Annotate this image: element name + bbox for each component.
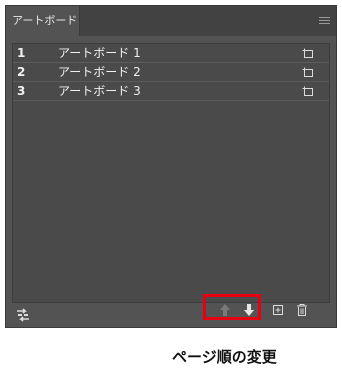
list-item[interactable]: 2 アートボード 2	[13, 63, 329, 82]
trash-icon	[297, 304, 307, 316]
panel-tab-bar: アートボード	[6, 6, 336, 36]
artboard-name[interactable]: アートボード 2	[58, 63, 141, 81]
hamburger-menu-icon[interactable]	[319, 17, 330, 25]
new-artboard-button[interactable]	[270, 302, 286, 318]
artboard-number: 3	[17, 84, 26, 98]
list-item[interactable]: 3 アートボード 3	[13, 82, 329, 101]
artboard-name[interactable]: アートボード 3	[58, 82, 141, 100]
artboard-number: 2	[17, 65, 26, 79]
arrow-down-icon	[244, 304, 254, 316]
artboards-panel: アートボード 1 アートボード 1 2 アートボード 2 3 アートボード 3	[5, 5, 337, 328]
delete-artboard-button[interactable]	[294, 302, 310, 318]
artboard-options-icon[interactable]	[302, 86, 313, 96]
caption-reorder: ページ順の変更	[172, 348, 277, 366]
reorder-artboards-icon[interactable]	[16, 308, 30, 322]
artboard-options-icon[interactable]	[302, 67, 313, 77]
new-artboard-icon	[273, 305, 283, 315]
artboard-name[interactable]: アートボード 1	[58, 44, 141, 62]
artboard-options-icon[interactable]	[302, 48, 313, 58]
arrow-up-icon	[220, 304, 230, 316]
tab-artboards[interactable]: アートボード	[6, 6, 80, 36]
artboard-number: 1	[17, 46, 26, 60]
move-up-button[interactable]	[217, 302, 233, 318]
panel-bottom-bar	[6, 305, 336, 327]
list-item[interactable]: 1 アートボード 1	[13, 44, 329, 63]
artboard-list: 1 アートボード 1 2 アートボード 2 3 アートボード 3	[12, 43, 330, 303]
move-down-button[interactable]	[241, 302, 257, 318]
